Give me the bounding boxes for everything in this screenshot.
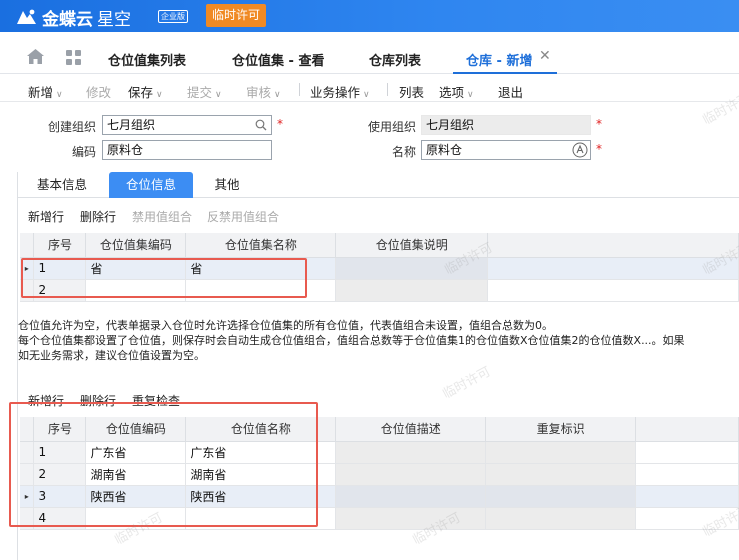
exit-button[interactable]: 退出 [498, 82, 523, 101]
code-label: 编码 [71, 145, 96, 159]
column-header[interactable]: 仓位值描述 [335, 417, 487, 442]
audit-button[interactable]: 审核 ∨ [246, 82, 281, 101]
disable-combo-button[interactable]: 禁用值组合 [132, 208, 192, 225]
modify-button[interactable]: 修改 [86, 82, 111, 101]
code-value: 原料仓 [107, 143, 144, 157]
chevron-down-icon: ∨ [56, 90, 63, 100]
chevron-down-icon: ∨ [467, 90, 474, 100]
kingdee-logo-icon [17, 9, 36, 24]
create-org-field[interactable]: 七月组织 [102, 115, 272, 135]
create-org-value: 七月组织 [107, 118, 156, 132]
business-ops-button[interactable]: 业务操作 ∨ [310, 82, 370, 101]
subtab-bar: 基本信息 仓位信息 其他 [17, 172, 739, 198]
list-button[interactable]: 列表 [399, 82, 424, 101]
top-bar: 金蝶云 星空 企业版 临时许可 [0, 0, 739, 32]
column-header[interactable]: 仓位值集编码 [85, 233, 187, 258]
cell-duplicate-flag [485, 463, 637, 486]
code-field[interactable]: 原料仓 [102, 140, 272, 160]
options-button[interactable]: 选项 ∨ [439, 82, 474, 101]
subtab-location-info[interactable]: 仓位信息 [109, 172, 193, 198]
cell-blank [635, 463, 739, 486]
use-org-field[interactable]: 七月组织 [421, 115, 591, 135]
required-mark: * [277, 117, 283, 131]
edition-badge: 企业版 [158, 10, 188, 23]
save-button[interactable]: 保存 ∨ [128, 82, 163, 101]
cell-blank [487, 279, 739, 302]
name-field[interactable]: 原料仓 [421, 140, 591, 160]
column-header[interactable]: 序号 [33, 233, 87, 258]
name-label: 名称 [391, 145, 416, 159]
note-line-3: 如无业务需求，建议仓位值设置为空。 [18, 349, 205, 362]
tab-warehouse-new[interactable]: 仓库 - 新增 [466, 50, 532, 69]
cell-blank [635, 441, 739, 464]
toolbar-divider [299, 83, 300, 96]
cell-blank [635, 485, 739, 508]
active-tab-indicator [453, 72, 557, 74]
home-icon[interactable] [27, 49, 44, 64]
highlight-box [21, 258, 307, 298]
row-indicator-header [20, 233, 35, 258]
multilanguage-icon[interactable] [572, 142, 588, 158]
tab-warehouse-list[interactable]: 仓库列表 [369, 50, 421, 69]
name-value: 原料仓 [426, 143, 463, 157]
required-mark: * [596, 117, 602, 131]
note-line-2: 每个仓位值集都设置了仓位值，则保存时会自动生成仓位值组合，值组合总数等于仓位值集… [18, 334, 685, 347]
search-icon[interactable] [255, 119, 267, 131]
cell-value-desc[interactable] [335, 463, 487, 486]
cell-duplicate-flag [485, 441, 637, 464]
subtab-other[interactable]: 其他 [201, 172, 253, 198]
app-logo[interactable]: 金蝶云 星空 [14, 5, 131, 30]
cell-duplicate-flag [485, 485, 637, 508]
toolbar-divider [387, 83, 388, 96]
chevron-down-icon: ∨ [215, 90, 222, 100]
note-line-1: 仓位值允许为空，代表单据录入仓位时允许选择仓位值集的所有仓位值，代表值组合未设置… [18, 319, 553, 332]
submit-button[interactable]: 提交 ∨ [187, 82, 222, 101]
apps-grid-icon[interactable] [66, 50, 81, 65]
column-header[interactable]: 重复标识 [485, 417, 637, 442]
add-row-button[interactable]: 新增行 [28, 208, 64, 225]
column-header[interactable]: 仓位值集名称 [185, 233, 337, 258]
delete-row-button[interactable]: 删除行 [80, 208, 116, 225]
cell-value-desc[interactable] [335, 507, 487, 530]
cell-value-desc[interactable] [335, 485, 487, 508]
logo-subtext: 星空 [97, 10, 131, 30]
cell-set-desc[interactable] [335, 279, 489, 302]
tab-storage-set-list[interactable]: 仓位值集列表 [108, 50, 186, 69]
tab-storage-set-view[interactable]: 仓位值集 - 查看 [232, 50, 324, 69]
column-header-blank [635, 417, 739, 442]
chevron-down-icon: ∨ [156, 90, 163, 100]
create-org-label: 创建组织 [47, 120, 96, 134]
undisable-combo-button[interactable]: 反禁用值组合 [207, 208, 279, 225]
required-mark: * [596, 142, 602, 156]
subtab-basic-info[interactable]: 基本信息 [23, 172, 101, 198]
close-tab-icon[interactable]: ✕ [539, 48, 551, 64]
logo-text: 金蝶云 [42, 10, 93, 30]
cell-value-desc[interactable] [335, 441, 487, 464]
column-header-blank [487, 233, 739, 258]
temp-license-badge[interactable]: 临时许可 [206, 4, 267, 27]
toolbar: 新增 ∨ 修改 保存 ∨ 提交 ∨ 审核 ∨ 业务操作 ∨ 列表 选项 ∨ 退出 [0, 75, 739, 102]
cell-duplicate-flag [485, 507, 637, 530]
use-org-value: 七月组织 [426, 118, 475, 132]
new-button[interactable]: 新增 ∨ [28, 82, 63, 101]
highlight-box [9, 402, 318, 527]
use-org-label: 使用组织 [367, 120, 416, 134]
tab-bar: 仓位值集列表 仓位值集 - 查看 仓库列表 仓库 - 新增 ✕ [0, 38, 739, 74]
chevron-down-icon: ∨ [363, 90, 370, 100]
chevron-down-icon: ∨ [274, 90, 281, 100]
grid-header-row: 序号 仓位值集编码 仓位值集名称 仓位值集说明 [20, 233, 739, 258]
